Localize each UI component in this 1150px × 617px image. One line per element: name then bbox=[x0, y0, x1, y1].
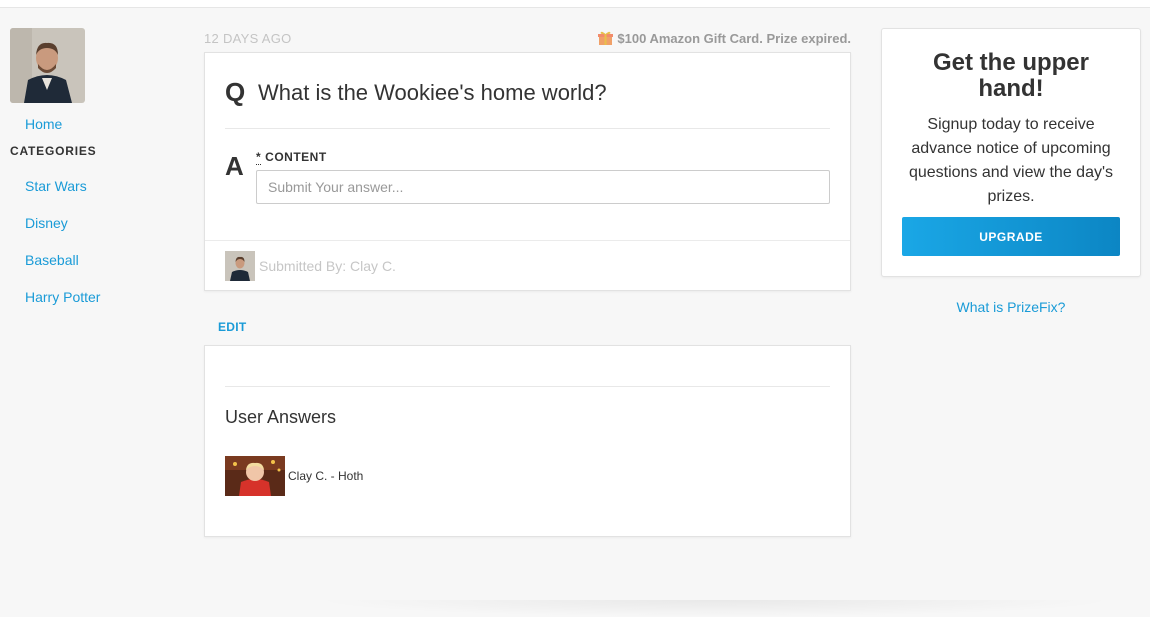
page-shadow bbox=[310, 600, 1120, 617]
question-row: Q What is the Wookiee's home world? bbox=[225, 77, 607, 108]
question-letter: Q bbox=[225, 77, 246, 107]
gift-icon bbox=[598, 30, 614, 46]
answer-user-avatar[interactable] bbox=[225, 456, 285, 496]
nav-home-link[interactable]: Home bbox=[25, 116, 180, 132]
list-item: Clay C. - Hoth bbox=[225, 456, 363, 496]
profile-avatar[interactable] bbox=[10, 28, 85, 103]
category-baseball-link[interactable]: Baseball bbox=[25, 252, 180, 268]
user-answers-title: User Answers bbox=[225, 407, 337, 427]
category-list: Star Wars Disney Baseball Harry Potter bbox=[10, 178, 180, 305]
top-bar bbox=[0, 0, 1150, 8]
content-label-text: CONTENT bbox=[265, 150, 327, 164]
answer-text: Clay C. - Hoth bbox=[288, 469, 364, 483]
question-text: What is the Wookiee's home world? bbox=[258, 79, 607, 105]
submitted-by-text: Submitted By: Clay C. bbox=[259, 258, 396, 274]
edit-link[interactable]: EDIT bbox=[218, 320, 247, 334]
answers-card: User Answers Clay C. - Hoth bbox=[204, 345, 851, 537]
category-harry-potter-link[interactable]: Harry Potter bbox=[25, 289, 180, 305]
prize-text: $100 Amazon Gift Card. Prize expired. bbox=[617, 30, 851, 46]
question-divider bbox=[225, 128, 830, 129]
upgrade-button[interactable]: UPGRADE bbox=[902, 217, 1120, 256]
promo-title: Get the upper hand! bbox=[932, 49, 1089, 102]
what-is-prizefix-link[interactable]: What is PrizeFix? bbox=[881, 299, 1141, 315]
promo-body: Signup today to receive advance notice o… bbox=[908, 116, 1114, 205]
answers-divider bbox=[225, 386, 830, 387]
question-age: 12 DAYS AGO bbox=[204, 31, 292, 46]
answer-input[interactable] bbox=[256, 170, 830, 204]
promo-card: Get the upper hand! Signup today to rece… bbox=[881, 28, 1141, 277]
answer-letter: A bbox=[225, 151, 244, 181]
required-mark: * bbox=[256, 150, 262, 165]
submitter-avatar[interactable] bbox=[225, 251, 255, 281]
category-disney-link[interactable]: Disney bbox=[25, 215, 180, 231]
question-card: Q What is the Wookiee's home world? A * C… bbox=[204, 52, 851, 291]
submitted-by-bar: Submitted By: Clay C. bbox=[205, 240, 850, 291]
category-star-wars-link[interactable]: Star Wars bbox=[25, 178, 180, 194]
question-meta: 12 DAYS AGO $100 Amazon Gift Card. Prize… bbox=[204, 30, 851, 48]
categories-heading: CATEGORIES bbox=[10, 144, 97, 158]
sidebar: Home CATEGORIES Star Wars Disney Basebal… bbox=[10, 28, 180, 305]
prize-info: $100 Amazon Gift Card. Prize expired. bbox=[598, 30, 851, 46]
content-label: * CONTENT bbox=[256, 150, 327, 165]
